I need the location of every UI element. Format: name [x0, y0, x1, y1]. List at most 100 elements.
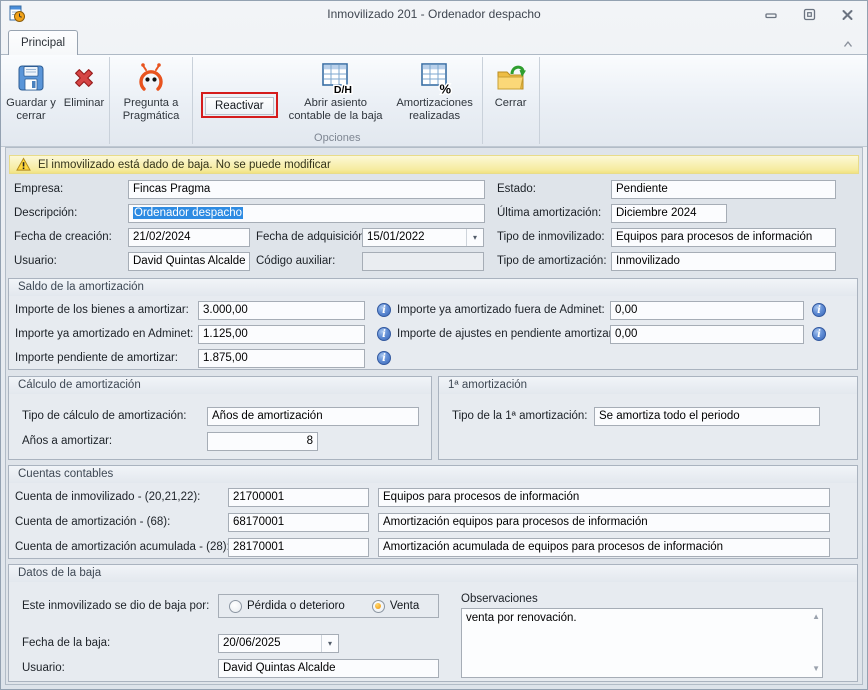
close-button[interactable] — [839, 8, 855, 21]
ribbon-group-main: Guardar y cerrar Eliminar — [1, 55, 109, 146]
pendiente-field[interactable]: 1.875,00 — [198, 349, 365, 368]
fecha-creacion-label: Fecha de creación: — [14, 228, 112, 247]
info-icon[interactable]: i — [812, 327, 826, 341]
folder-exit-icon — [494, 61, 528, 95]
tipo-amortizacion-field[interactable]: Inmovilizado — [611, 252, 836, 271]
ribbon-separator — [539, 57, 540, 144]
titlebar: Inmovilizado 201 - Ordenador despacho — [1, 1, 867, 27]
descripcion-label: Descripción: — [14, 204, 77, 223]
fecha-adquisicion-field[interactable]: 15/01/2022 ▾ — [362, 228, 484, 247]
tipo-primera-label: Tipo de la 1ª amortización: — [452, 407, 588, 426]
cuentas-group-title: Cuentas contables — [9, 466, 857, 483]
ultima-amortizacion-field[interactable]: Diciembre 2024 — [611, 204, 727, 223]
ask-pragmatica-button[interactable]: Pregunta a Pragmática — [111, 56, 191, 131]
info-icon[interactable]: i — [377, 351, 391, 365]
fecha-baja-label: Fecha de la baja: — [22, 634, 110, 653]
tipo-calculo-label: Tipo de cálculo de amortización: — [22, 407, 187, 426]
dropdown-arrow-icon[interactable]: ▾ — [321, 635, 338, 652]
saldo-row: Importe de los bienes a amortizar: 3.000… — [9, 301, 857, 320]
radio-venta[interactable]: Venta — [372, 600, 419, 613]
observaciones-textarea[interactable]: venta por renovación. ▲ ▼ — [461, 608, 823, 678]
tipo-amortizacion-label: Tipo de amortización: — [497, 252, 607, 271]
info-icon[interactable]: i — [377, 303, 391, 317]
info-icon[interactable]: i — [377, 327, 391, 341]
bienes-label: Importe de los bienes a amortizar: — [15, 301, 189, 320]
bienes-field[interactable]: 3.000,00 — [198, 301, 365, 320]
cuenta-row: Cuenta de amortización - (68): 68170001 … — [9, 513, 857, 532]
amortizations-button[interactable]: % Amortizaciones realizadas — [389, 56, 481, 131]
warning-banner: El inmovilizado está dado de baja. No se… — [9, 155, 859, 174]
ribbon-collapse-icon[interactable] — [841, 37, 855, 51]
primera-row: Tipo de la 1ª amortización: Se amortiza … — [439, 407, 857, 426]
empresa-field[interactable]: Fincas Pragma — [128, 180, 485, 199]
anos-field[interactable]: 8 — [207, 432, 318, 451]
primera-group-title: 1ª amortización — [439, 377, 857, 394]
ribbon: Guardar y cerrar Eliminar — [1, 54, 867, 147]
cuenta-label: Cuenta de amortización acumulada - (28): — [15, 538, 230, 557]
reactivar-annotation-box: Reactivar — [201, 92, 278, 118]
info-icon[interactable]: i — [812, 303, 826, 317]
calculo-group-title: Cálculo de amortización — [9, 377, 431, 394]
selected-text: Ordenador despacho — [133, 207, 243, 219]
close-form-button[interactable]: Cerrar — [484, 56, 538, 131]
adminet-label: Importe ya amortizado en Adminet: — [15, 325, 193, 344]
minimize-button[interactable] — [763, 8, 779, 21]
warning-text: El inmovilizado está dado de baja. No se… — [38, 159, 331, 171]
delete-button[interactable]: Eliminar — [60, 56, 108, 131]
reactivar-button[interactable]: Reactivar — [205, 97, 274, 115]
tipo-primera-field[interactable]: Se amortiza todo el periodo — [594, 407, 820, 426]
scroll-down-icon[interactable]: ▼ — [812, 664, 820, 674]
close-icon — [841, 9, 854, 21]
restore-button[interactable] — [801, 8, 817, 21]
primera-group: 1ª amortización Tipo de la 1ª amortizaci… — [438, 376, 858, 460]
saldo-group-title: Saldo de la amortización — [9, 279, 857, 296]
cuenta-desc-field[interactable]: Amortización equipos para procesos de in… — [378, 513, 830, 532]
fuera-adminet-field[interactable]: 0,00 — [610, 301, 804, 320]
cuenta-desc-field[interactable]: Equipos para procesos de información — [378, 488, 830, 507]
form-panel: El inmovilizado está dado de baja. No se… — [5, 147, 863, 685]
estado-field[interactable]: Pendiente — [611, 180, 836, 199]
dropdown-arrow-icon[interactable]: ▾ — [466, 229, 483, 246]
fecha-creacion-field[interactable]: 21/02/2024 — [128, 228, 250, 247]
calculo-row: Tipo de cálculo de amortización: Años de… — [9, 407, 431, 426]
cuenta-row: Cuenta de amortización acumulada - (28):… — [9, 538, 857, 557]
restore-icon — [803, 8, 816, 21]
save-icon — [14, 61, 48, 95]
radio-perdida[interactable]: Pérdida o deterioro — [229, 600, 345, 613]
empresa-label: Empresa: — [14, 180, 63, 199]
anos-label: Años a amortizar: — [22, 432, 112, 451]
ultima-amortizacion-label: Última amortización: — [497, 204, 601, 223]
fecha-baja-field[interactable]: 20/06/2025 ▾ — [218, 634, 339, 653]
fuera-adminet-label: Importe ya amortizado fuera de Adminet: — [397, 301, 605, 320]
descripcion-field[interactable]: Ordenador despacho — [128, 204, 485, 223]
cuenta-label: Cuenta de inmovilizado - (20,21,22): — [15, 488, 200, 507]
saldo-row: Importe pendiente de amortizar: 1.875,00… — [9, 349, 857, 368]
save-close-button[interactable]: Guardar y cerrar — [2, 56, 60, 131]
cuenta-code-field[interactable]: 21700001 — [228, 488, 369, 507]
ajustes-field[interactable]: 0,00 — [610, 325, 804, 344]
observaciones-label: Observaciones — [461, 592, 538, 606]
usuario-baja-field[interactable]: David Quintas Alcalde — [218, 659, 439, 678]
cuenta-code-field[interactable]: 28170001 — [228, 538, 369, 557]
motivo-baja-label: Este inmovilizado se dio de baja por: — [22, 597, 209, 616]
usuario-field[interactable]: David Quintas Alcalde — [128, 252, 250, 271]
calculo-row: Años a amortizar: 8 — [9, 432, 431, 451]
codigo-auxiliar-label: Código auxiliar: — [256, 252, 335, 271]
scroll-up-icon[interactable]: ▲ — [812, 612, 820, 622]
tipo-calculo-field[interactable]: Años de amortización — [207, 407, 419, 426]
table-dh-icon: D/H — [319, 61, 353, 95]
tipo-inmovilizado-field[interactable]: Equipos para procesos de información — [611, 228, 836, 247]
cuentas-group: Cuentas contables Cuenta de inmovilizado… — [8, 465, 858, 559]
tab-principal[interactable]: Principal — [8, 30, 78, 55]
cuenta-row: Cuenta de inmovilizado - (20,21,22): 217… — [9, 488, 857, 507]
svg-text:D/H: D/H — [333, 84, 351, 95]
adminet-field[interactable]: 1.125,00 — [198, 325, 365, 344]
baja-group-title: Datos de la baja — [9, 565, 857, 582]
codigo-auxiliar-field[interactable] — [362, 252, 484, 271]
cuenta-desc-field[interactable]: Amortización acumulada de equipos para p… — [378, 538, 830, 557]
open-entry-button[interactable]: D/H Abrir asiento contable de la baja — [283, 56, 389, 131]
usuario-label: Usuario: — [14, 252, 57, 271]
robot-icon — [134, 61, 168, 95]
minimize-icon — [764, 9, 778, 21]
cuenta-code-field[interactable]: 68170001 — [228, 513, 369, 532]
